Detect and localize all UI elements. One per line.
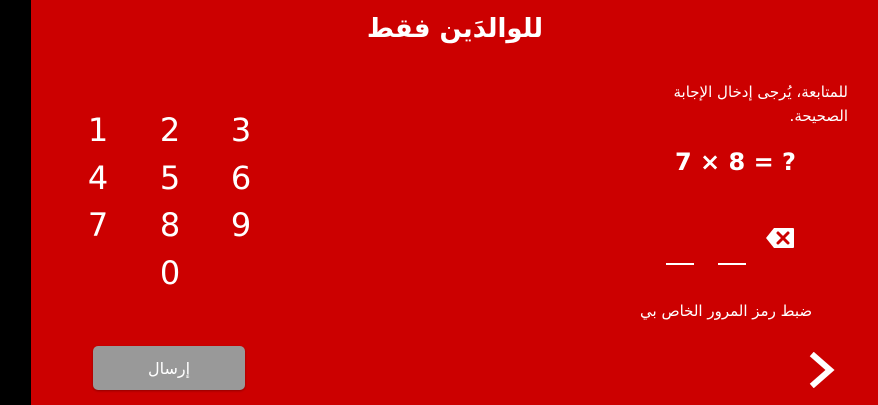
page-title: للوالدَين فقط bbox=[366, 14, 544, 44]
reset-pin-link[interactable]: ضبط رمز المرور الخاص بي bbox=[640, 302, 812, 320]
keypad-key-7[interactable]: 7 bbox=[78, 205, 118, 245]
instruction-text: للمتابعة، يُرجى إدخال الإجابة الصحيحة. bbox=[673, 83, 849, 125]
keypad-key-5[interactable]: 5 bbox=[150, 158, 190, 198]
keypad-key-6[interactable]: 6 bbox=[221, 158, 261, 198]
submit-button-label: إرسال bbox=[147, 358, 191, 378]
answer-slot-2 bbox=[718, 263, 746, 265]
keypad-key-1[interactable]: 1 bbox=[78, 110, 118, 150]
keypad-key-4[interactable]: 4 bbox=[78, 158, 118, 198]
keypad-key-8[interactable]: 8 bbox=[150, 205, 190, 245]
backspace-icon[interactable] bbox=[765, 227, 795, 249]
keypad-key-0[interactable]: 0 bbox=[150, 253, 190, 293]
keypad-key-3[interactable]: 3 bbox=[221, 110, 261, 150]
keypad-key-9[interactable]: 9 bbox=[221, 205, 261, 245]
chevron-right-icon[interactable] bbox=[808, 351, 838, 389]
answer-slot-1 bbox=[666, 263, 694, 265]
keypad-key-2[interactable]: 2 bbox=[150, 110, 190, 150]
math-question: 7 × 8 = ? bbox=[675, 148, 796, 176]
left-edge-bar bbox=[0, 0, 31, 405]
submit-button[interactable]: إرسال bbox=[93, 346, 245, 390]
